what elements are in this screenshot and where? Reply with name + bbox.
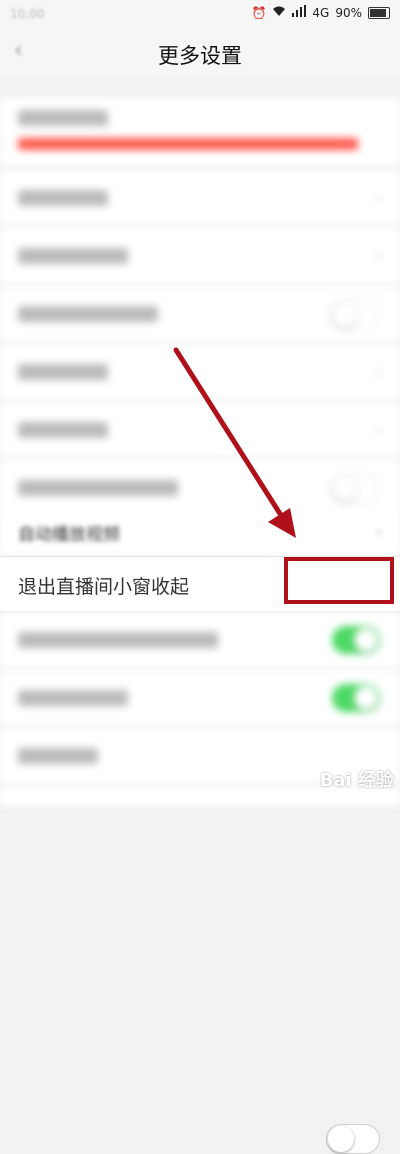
toggle-knob [328, 1126, 354, 1152]
settings-row-autoplay[interactable]: 自动播放视频 › [0, 510, 400, 557]
blurred-label [18, 422, 108, 438]
toggle-switch[interactable] [332, 626, 380, 654]
battery-icon [368, 6, 390, 19]
status-time: 10:00 [10, 7, 45, 21]
settings-row-6[interactable]: › [0, 402, 400, 459]
signal-icon [292, 5, 307, 20]
settings-row-3[interactable]: › [0, 228, 400, 285]
toggle-switch[interactable] [330, 300, 380, 330]
battery-percent: 90% [335, 5, 362, 20]
blurred-warning-text [18, 138, 358, 150]
header: ‹ 更多设置 [0, 28, 400, 78]
settings-row-1[interactable] [0, 98, 400, 167]
toggle-switch[interactable] [332, 684, 380, 712]
alarm-icon: ⏰ [251, 5, 267, 20]
blurred-label [18, 364, 108, 380]
status-icons: ⏰ 4G 90% [251, 5, 390, 20]
page-title: 更多设置 [158, 44, 242, 68]
settings-row-2[interactable]: › [0, 170, 400, 227]
chevron-right-icon: › [375, 522, 382, 541]
chevron-right-icon: › [375, 362, 382, 381]
blurred-label [18, 110, 108, 126]
settings-row-7[interactable] [0, 460, 400, 517]
chevron-right-icon: › [375, 246, 382, 265]
wifi-icon [272, 5, 286, 20]
exit-live-mini-window-toggle[interactable] [326, 1124, 380, 1154]
highlight-box [284, 557, 394, 604]
status-bar: 10:00 ⏰ 4G 90% [0, 0, 400, 28]
network-type: 4G [312, 5, 330, 20]
blurred-label [18, 306, 158, 322]
blurred-label [18, 632, 218, 648]
settings-row-9[interactable] [0, 612, 400, 669]
toggle-switch[interactable] [330, 474, 380, 504]
autoplay-label: 自动播放视频 [18, 525, 120, 545]
chevron-right-icon: › [375, 188, 382, 207]
watermark: Bai 经验 [320, 766, 394, 792]
blurred-label [18, 690, 128, 706]
settings-row-5[interactable]: › [0, 344, 400, 401]
watermark-text: Bai 经验 [319, 770, 394, 791]
blurred-label [18, 248, 128, 264]
settings-row-10[interactable] [0, 670, 400, 727]
blurred-label [18, 190, 108, 206]
blurred-label [18, 480, 178, 496]
settings-row-4[interactable] [0, 286, 400, 343]
chevron-right-icon: › [375, 420, 382, 439]
blurred-label [18, 748, 98, 764]
